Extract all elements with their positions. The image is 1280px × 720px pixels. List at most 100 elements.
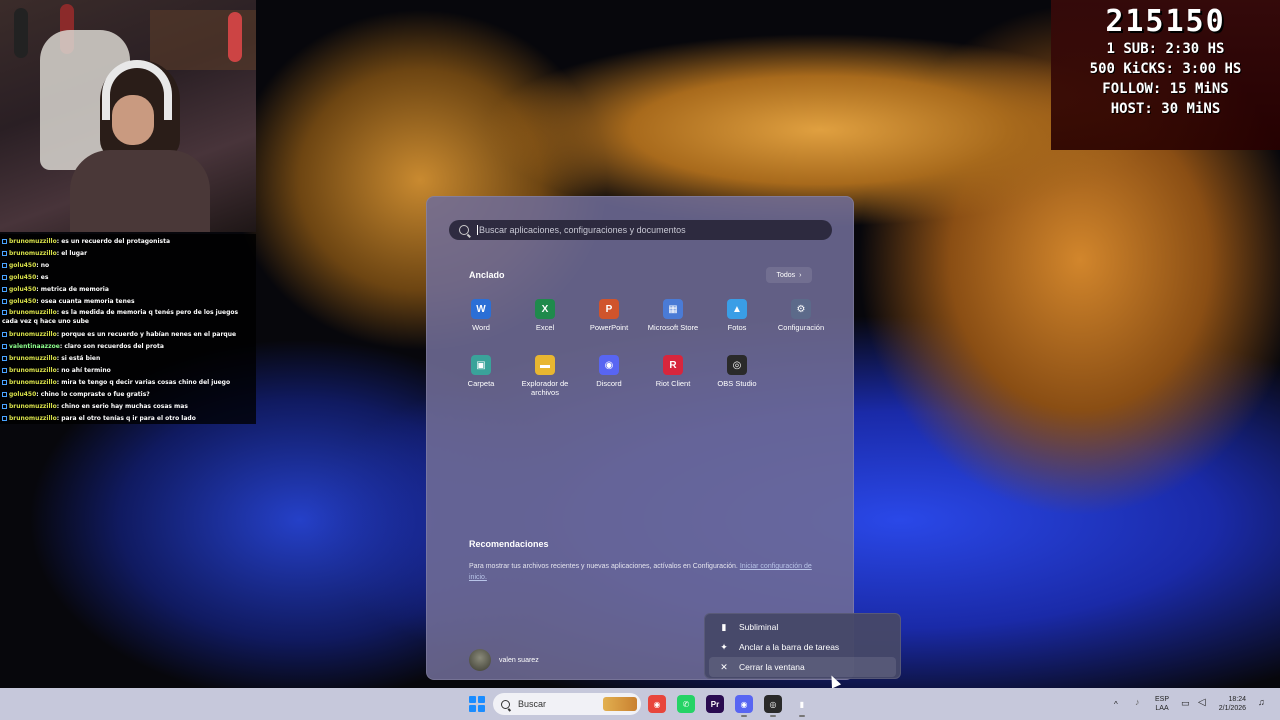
start-button[interactable] (469, 696, 485, 712)
recommendations-title: Recomendaciones (469, 539, 549, 549)
pinned-app-discord[interactable]: ◉ Discord (577, 355, 641, 388)
pinned-app-obs[interactable]: ◎ OBS Studio (705, 355, 769, 388)
chat-message: brunomuzzillo: para el otro tenías q ir … (2, 413, 254, 425)
chat-badge-icon (2, 416, 7, 421)
menu-item-close-window[interactable]: ✕ Cerrar la ventana (709, 657, 896, 677)
chrome-icon[interactable]: ◉ (648, 695, 666, 713)
app-label: Riot Client (655, 379, 691, 388)
chat-username: brunomuzzillo (9, 238, 57, 245)
chat-message: brunomuzzillo: porque es un recuerdo y h… (2, 329, 254, 341)
chat-message: brunomuzzillo: es un recuerdo del protag… (2, 236, 254, 248)
pinned-app-excel[interactable]: X Excel (513, 299, 577, 332)
discord-icon[interactable]: ◉ (735, 695, 753, 717)
start-search-input[interactable] (479, 225, 832, 235)
premiere-icon[interactable]: Pr (706, 695, 724, 713)
chat-text: : mira te tengo q decir varias cosas chi… (56, 379, 231, 386)
menu-item-label: Subliminal (739, 622, 779, 632)
chat-text: : porque es un recuerdo y habían nenes e… (56, 331, 237, 338)
pinned-app-settings[interactable]: ⚙ Configuración (769, 299, 833, 332)
subliminal-icon[interactable]: ▮ (793, 695, 811, 717)
chat-username: brunomuzzillo (9, 309, 57, 316)
chat-text: : chino lo compraste o fue gratis? (36, 391, 150, 398)
recommendations-text: Para mostrar tus archivos recientes y nu… (469, 563, 738, 570)
chat-overlay: brunomuzzillo: es un recuerdo del protag… (0, 234, 256, 424)
whatsapp-icon[interactable]: ✆ (677, 695, 695, 713)
chat-username: golu450 (9, 391, 37, 398)
language-indicator[interactable]: ESP LAA (1155, 695, 1169, 713)
chat-badge-icon (2, 332, 7, 337)
taskbar: Buscar ◉ ✆ Pr ◉ ◎ ▮ ^ ♪ ESP LAA ▭ ◁ 18:24 2/1… (0, 688, 1280, 720)
chat-text: : claro son recuerdos del prota (59, 343, 164, 350)
menu-item-pin-to-taskbar[interactable]: ✦ Anclar a la barra de tareas (709, 637, 896, 657)
folder-icon: ▣ (471, 355, 491, 375)
pinned-app-store[interactable]: ▦ Microsoft Store (641, 299, 705, 332)
menu-item-label: Anclar a la barra de tareas (739, 642, 840, 652)
clock[interactable]: 18:24 2/1/2026 (1214, 695, 1246, 713)
volume-icon[interactable]: ◁ (1198, 697, 1206, 708)
user-name: valen suarez (499, 656, 539, 664)
chat-username: brunomuzzillo (9, 379, 57, 386)
keyboard-layout: LAA (1155, 705, 1169, 712)
word-icon: W (471, 299, 491, 319)
discord-icon: ◉ (599, 355, 619, 375)
pinned-app-word[interactable]: W Word (449, 299, 513, 332)
chat-message: golu450: es (2, 272, 254, 284)
start-menu: Anclado Todos › W Word X Excel P PowerPoint ▦ M… (426, 196, 854, 680)
taskbar-search[interactable]: Buscar (493, 693, 641, 715)
language-code: ESP (1155, 696, 1170, 703)
app-label: Configuración (777, 323, 825, 332)
pinned-section-title: Anclado (469, 270, 505, 280)
chat-badge-icon (2, 392, 7, 397)
goal-line: HOST: 30 MiNS (1110, 101, 1221, 117)
user-account-button[interactable]: valen suarez (469, 649, 539, 671)
search-icon (501, 699, 510, 709)
chat-text: : chino en serio hay muchas cosas mas (56, 403, 188, 410)
app-label: Fotos (727, 323, 747, 332)
chat-badge-icon (2, 380, 7, 385)
chat-username: golu450 (9, 274, 37, 281)
app-label: Excel (535, 323, 555, 332)
start-search-box[interactable] (449, 220, 832, 240)
store-icon: ▦ (663, 299, 683, 319)
chat-text: : para el otro tenías q ir para el otro … (56, 415, 196, 422)
pinned-app-file-explorer[interactable]: ▬ Explorador de archivos (513, 355, 577, 397)
network-icon[interactable]: ▭ (1181, 698, 1190, 709)
chat-message: golu450: no (2, 260, 254, 272)
chat-badge-icon (2, 239, 7, 244)
notification-bell-icon[interactable]: ♫ (1258, 697, 1265, 707)
chat-message: brunomuzzillo: el lugar (2, 248, 254, 260)
pin-icon: ✦ (720, 641, 728, 652)
chat-message: brunomuzzillo: no ahí termino (2, 365, 254, 377)
microphone-icon[interactable]: ♪ (1135, 697, 1140, 707)
chat-message: valentinaazzoe: claro son recuerdos del … (2, 341, 254, 353)
recommendations-message: Para mostrar tus archivos recientes y nu… (469, 561, 819, 583)
show-hidden-icons-chevron-icon[interactable]: ^ (1114, 700, 1118, 709)
chat-username: golu450 (9, 262, 37, 269)
streamer-shirt (70, 150, 210, 232)
chat-text: : si está bien (56, 355, 101, 362)
chat-text: : es (36, 274, 49, 281)
app-label: PowerPoint (589, 323, 629, 332)
windows-logo-icon (469, 696, 476, 703)
app-label: Discord (596, 379, 622, 388)
app-icon: ▮ (721, 621, 727, 632)
pinned-app-photos[interactable]: ▲ Fotos (705, 299, 769, 332)
taskbar-context-menu: ▮ Subliminal ✦ Anclar a la barra de tare… (704, 613, 901, 679)
pinned-app-folder[interactable]: ▣ Carpeta (449, 355, 513, 388)
chat-text: : no (36, 262, 50, 269)
pinned-app-riot-client[interactable]: R Riot Client (641, 355, 705, 388)
chat-username: brunomuzzillo (9, 250, 57, 257)
chat-message: brunomuzzillo: chino en serio hay muchas… (2, 401, 254, 413)
pinned-app-powerpoint[interactable]: P PowerPoint (577, 299, 641, 332)
menu-item-subliminal[interactable]: ▮ Subliminal (709, 617, 896, 637)
chat-badge-icon (2, 404, 7, 409)
obs-icon[interactable]: ◎ (764, 695, 782, 717)
chat-text: : no ahí termino (56, 367, 111, 374)
chat-badge-icon (2, 287, 7, 292)
webcam-overlay (0, 0, 256, 232)
all-apps-button[interactable]: Todos › (766, 267, 812, 283)
search-icon (459, 225, 469, 235)
settings-icon: ⚙ (791, 299, 811, 319)
windows-logo-icon (469, 705, 476, 712)
chat-badge-icon (2, 263, 7, 268)
